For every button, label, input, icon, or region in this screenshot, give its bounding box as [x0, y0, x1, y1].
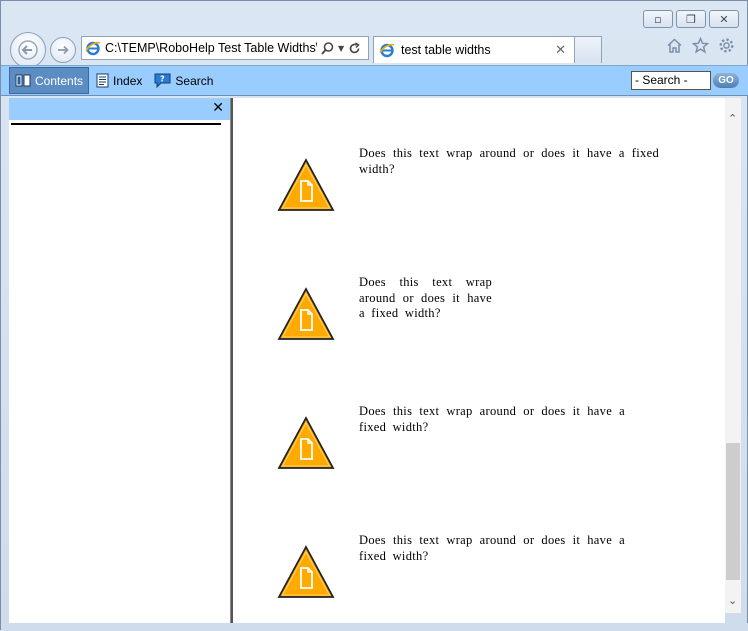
index-label: Index — [113, 73, 143, 88]
entry-text-line: Does this text wrap around or does it ha… — [359, 404, 625, 418]
go-button[interactable]: GO — [713, 73, 739, 88]
pane-divider — [11, 123, 221, 125]
entry-text: Does this text wrap around or does it ha… — [359, 533, 625, 564]
navigation-pane: ✕ — [9, 98, 230, 623]
caption-buttons: ▫ ❐ ✕ — [643, 10, 739, 28]
entry-text-line: a fixed width? — [359, 306, 441, 320]
warning-document-icon — [277, 158, 335, 216]
book-icon — [15, 73, 31, 88]
favorites-star-icon[interactable] — [692, 37, 709, 54]
index-button[interactable]: Index — [91, 67, 147, 94]
browser-window: ▫ ❐ ✕ C:\TEMP\RoboHelp Test Table Widths… — [0, 0, 748, 631]
help-toolbar: Contents Index ? Search - Search - GO — [1, 65, 748, 96]
ie-page-icon — [379, 43, 395, 58]
chevron-down-icon[interactable]: ▼ — [338, 44, 344, 53]
forward-arrow-icon — [58, 45, 69, 55]
close-icon: ✕ — [719, 12, 729, 26]
gear-icon[interactable] — [718, 37, 735, 54]
forward-button[interactable] — [50, 37, 76, 63]
address-bar[interactable]: C:\TEMP\RoboHelp Test Table Widths\t ▼ — [81, 36, 369, 60]
navigation-row: C:\TEMP\RoboHelp Test Table Widths\t ▼ t… — [1, 31, 748, 68]
entry-text-line: Does this text wrap — [359, 275, 492, 289]
entry-text-line: fixed width? — [359, 548, 429, 563]
search-speech-icon: ? — [154, 73, 171, 88]
new-tab-button[interactable] — [574, 36, 602, 63]
entry-text: Does this text wrap around or does it ha… — [359, 146, 659, 177]
minimize-icon: ▫ — [654, 12, 662, 26]
ie-page-icon — [85, 41, 101, 56]
back-arrow-icon — [18, 40, 38, 60]
search-input[interactable]: - Search - — [631, 71, 711, 90]
entry-text-line: Does this text wrap around or does it ha… — [359, 533, 625, 547]
entry-text-line: fixed width? — [359, 419, 429, 434]
entry-text-line: width? — [359, 161, 395, 176]
scroll-down-icon[interactable]: ⌄ — [728, 594, 737, 607]
warning-document-icon — [277, 545, 335, 603]
scroll-thumb[interactable] — [726, 443, 740, 580]
search-icon[interactable] — [321, 41, 334, 55]
restore-button[interactable]: ❐ — [676, 10, 706, 28]
warning-document-icon — [277, 416, 335, 474]
vertical-scrollbar[interactable]: ⌃ ⌄ — [725, 98, 741, 613]
warning-document-icon — [277, 287, 335, 345]
index-page-icon — [96, 73, 109, 88]
entry-text-line: Does this text wrap around or does it ha… — [359, 146, 659, 160]
restore-icon: ❐ — [686, 12, 696, 26]
close-tab-icon[interactable]: ✕ — [555, 43, 566, 58]
search-label: Search — [175, 73, 214, 88]
navigation-pane-header: ✕ — [9, 98, 230, 120]
entry-text: Does this text wrap around or does it hav… — [359, 275, 492, 322]
address-url: C:\TEMP\RoboHelp Test Table Widths\t — [105, 41, 317, 55]
contents-label: Contents — [35, 73, 84, 88]
back-button[interactable] — [10, 32, 46, 68]
home-icon[interactable] — [666, 37, 683, 54]
svg-text:?: ? — [160, 75, 165, 84]
tab-title: test table widths — [401, 43, 491, 57]
scroll-up-icon[interactable]: ⌃ — [728, 112, 737, 125]
contents-button[interactable]: Contents — [9, 67, 90, 94]
tab-test-table-widths[interactable]: test table widths ✕ — [373, 36, 575, 63]
entry-text-line: around or does it have — [359, 290, 492, 305]
close-pane-icon[interactable]: ✕ — [212, 100, 224, 116]
refresh-icon[interactable] — [348, 41, 361, 55]
entry-text: Does this text wrap around or does it ha… — [359, 404, 625, 435]
close-window-button[interactable]: ✕ — [709, 10, 739, 28]
topic-content: Does this text wrap around or does it ha… — [233, 98, 725, 623]
browser-icons — [666, 37, 735, 54]
minimize-button[interactable]: ▫ — [643, 10, 673, 28]
search-button[interactable]: ? Search — [149, 67, 218, 94]
